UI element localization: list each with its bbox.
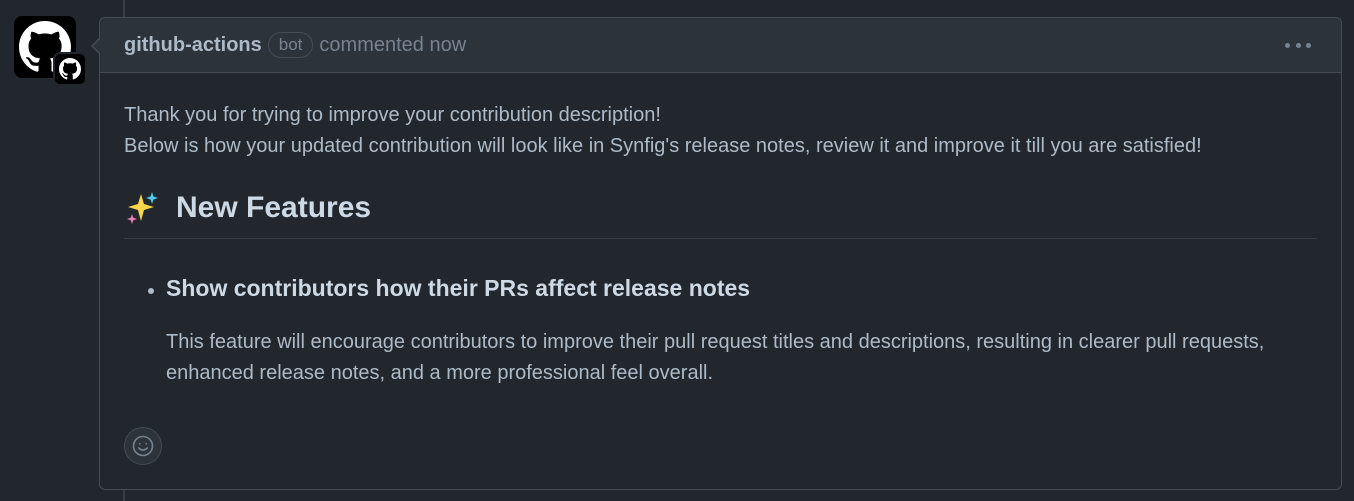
section-heading: New Features — [124, 186, 1317, 239]
author-link[interactable]: github-actions — [124, 34, 262, 57]
add-reaction-button[interactable] — [124, 427, 162, 465]
author-avatar[interactable] — [14, 16, 87, 86]
sparkles-icon — [127, 192, 158, 224]
comment-box: github-actions bot commented now Thank y… — [91, 17, 1342, 490]
kebab-dot — [1285, 42, 1290, 48]
smiley-icon — [132, 435, 154, 457]
comment-header: github-actions bot commented now — [100, 18, 1341, 73]
feature-description: This feature will encourage contributors… — [166, 331, 1265, 384]
kebab-dot — [1306, 42, 1311, 48]
comment-body: Thank you for trying to improve your con… — [100, 73, 1341, 389]
comment-timestamp[interactable]: commented now — [319, 34, 466, 57]
list-item: Show contributors how their PRs affect r… — [166, 273, 1317, 389]
bot-badge: bot — [267, 32, 314, 58]
kebab-horizontal-icon[interactable] — [1285, 34, 1311, 56]
kebab-dot — [1295, 42, 1301, 48]
body-line-1: Thank you for trying to improve your con… — [124, 104, 661, 126]
feature-title: Show contributors how their PRs affect r… — [166, 275, 751, 301]
body-line-2: Below is how your updated contribution w… — [124, 135, 1202, 157]
feature-list: Show contributors how their PRs affect r… — [124, 273, 1317, 389]
section-heading-text: New Features — [176, 191, 372, 224]
github-app-icon — [53, 52, 87, 86]
